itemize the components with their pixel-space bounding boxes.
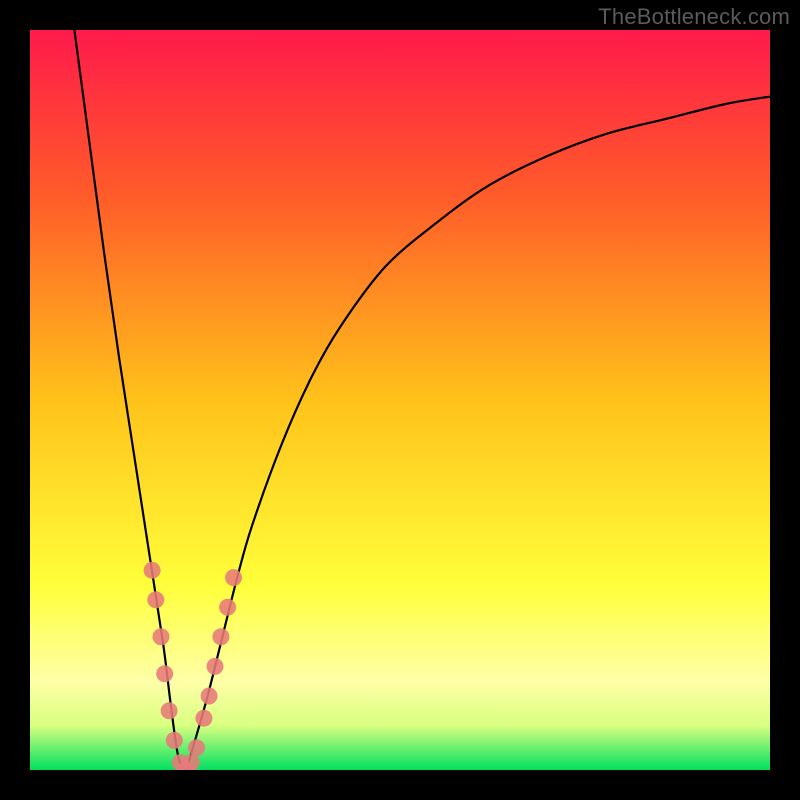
- data-marker: [147, 591, 164, 608]
- data-marker: [225, 569, 242, 586]
- data-marker: [161, 702, 178, 719]
- data-marker: [144, 562, 161, 579]
- data-marker: [195, 710, 212, 727]
- data-marker: [156, 665, 173, 682]
- bottleneck-chart: [30, 30, 770, 770]
- gradient-background: [30, 30, 770, 770]
- data-marker: [201, 688, 218, 705]
- data-marker: [188, 739, 205, 756]
- plot-area: [30, 30, 770, 770]
- chart-frame: TheBottleneck.com: [0, 0, 800, 800]
- data-marker: [166, 732, 183, 749]
- data-marker: [219, 599, 236, 616]
- data-marker: [207, 658, 224, 675]
- data-marker: [152, 628, 169, 645]
- watermark-text: TheBottleneck.com: [598, 4, 790, 30]
- data-marker: [212, 628, 229, 645]
